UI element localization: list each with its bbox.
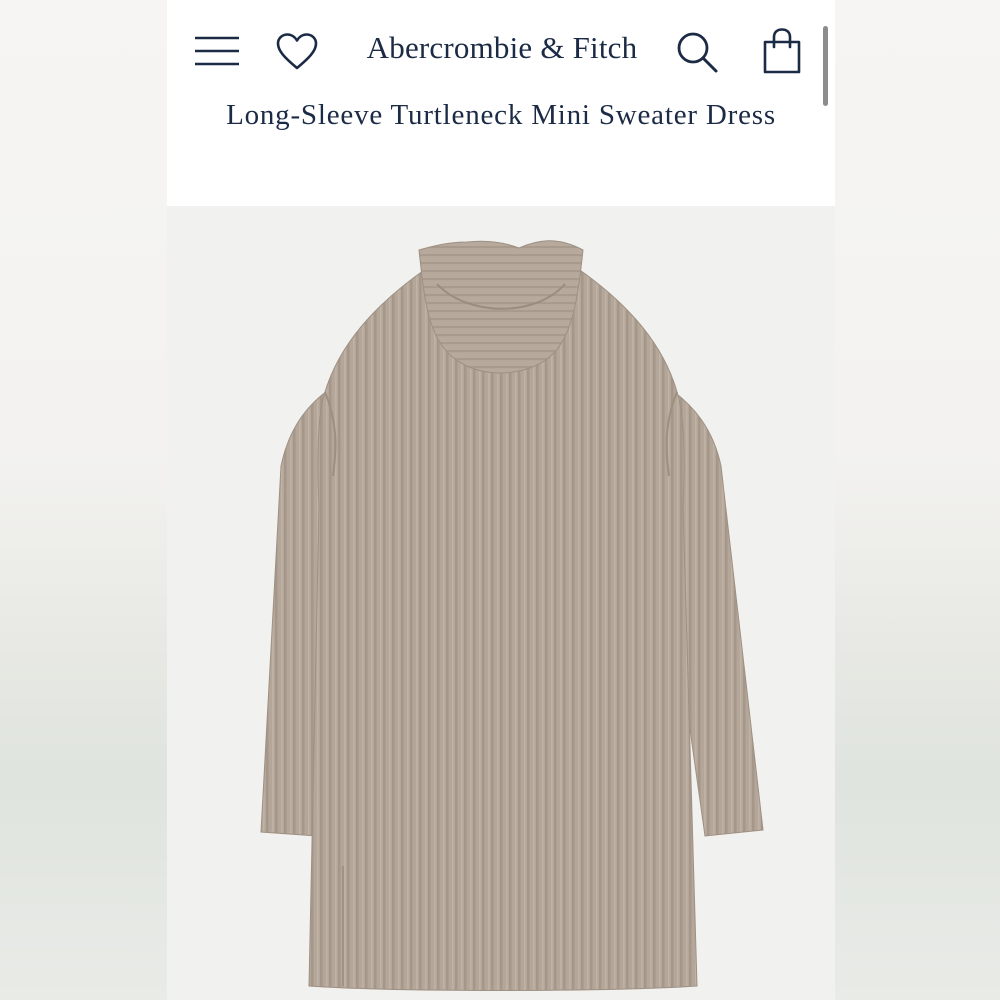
hamburger-menu-icon[interactable]: [195, 36, 239, 66]
brand-logo[interactable]: Abercrombie & Fitch: [362, 30, 642, 66]
product-title: Long-Sleeve Turtleneck Mini Sweater Dres…: [226, 99, 776, 131]
shopping-bag-icon[interactable]: [762, 28, 802, 74]
blurred-background-right: [835, 0, 1000, 1000]
heart-icon[interactable]: [275, 32, 319, 72]
blurred-background-left: [0, 0, 167, 1000]
search-icon[interactable]: [675, 30, 719, 74]
scrollbar[interactable]: [823, 26, 828, 106]
site-header: Abercrombie & Fitch Long-Sleeve Turtlene…: [167, 0, 835, 206]
product-page: Abercrombie & Fitch Long-Sleeve Turtlene…: [167, 0, 835, 1000]
product-image[interactable]: [167, 206, 835, 1000]
